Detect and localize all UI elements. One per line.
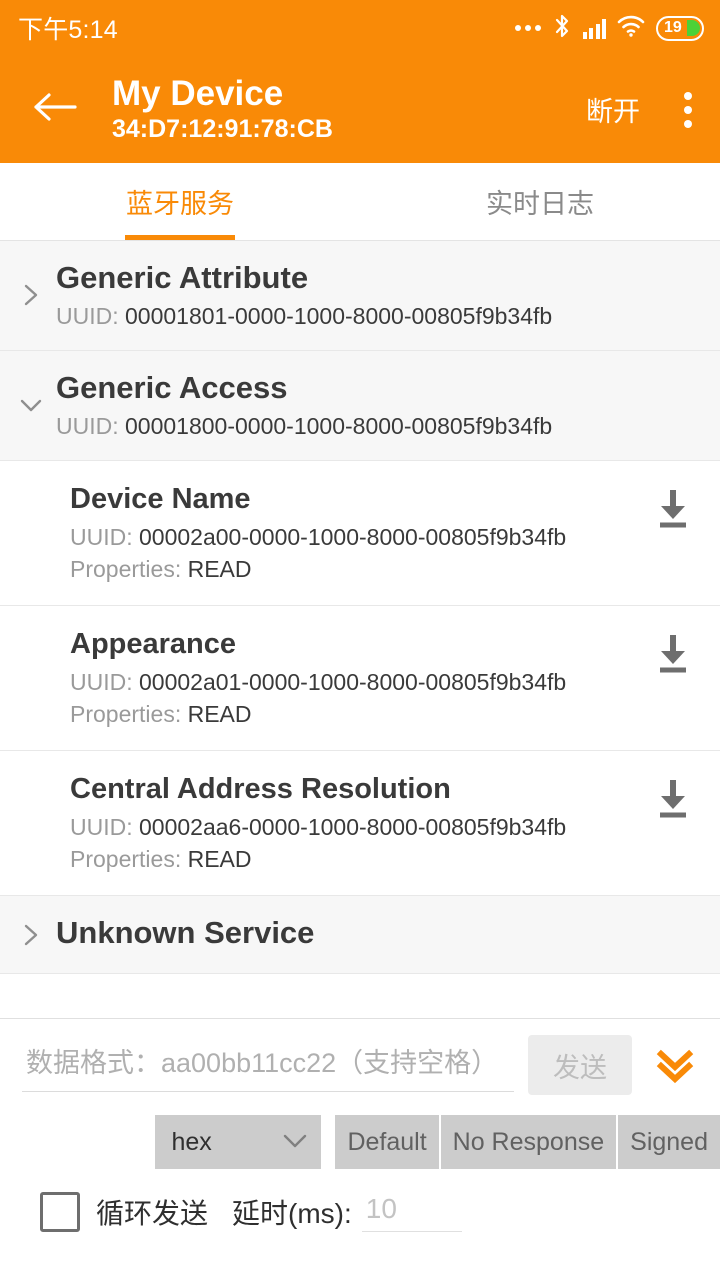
characteristic-properties-value: READ [187, 701, 252, 727]
characteristic-name: Appearance [70, 627, 237, 660]
service-name: Generic Attribute [56, 260, 309, 295]
service-uuid-label: UUID: [56, 412, 119, 439]
characteristic-properties: Properties: READ [70, 556, 700, 583]
characteristic-properties: Properties: READ [70, 701, 700, 728]
service-name: Generic Access [56, 369, 288, 405]
service-uuid-value: 00001800-0000-1000-8000-00805f9b34fb [125, 412, 553, 439]
tab-bluetooth-services[interactable]: 蓝牙服务 [0, 163, 360, 240]
characteristic-uuid: UUID: 00002a00-0000-1000-8000-00805f9b34… [70, 524, 700, 551]
write-options-row: hex Default No Response Signed [0, 1115, 720, 1169]
download-read-icon[interactable] [650, 775, 696, 821]
characteristic-uuid-label: UUID: [70, 814, 133, 841]
data-input[interactable] [22, 1038, 514, 1092]
service-uuid-label: UUID: [56, 302, 119, 329]
download-read-icon[interactable] [650, 630, 696, 676]
service-uuid: UUID: 00001801-0000-1000-8000-00805f9b34… [56, 303, 700, 330]
loop-send-label: 循环发送 [96, 1197, 209, 1229]
characteristic-uuid-value: 00002aa6-0000-1000-8000-00805f9b34fb [139, 814, 567, 841]
characteristic-properties-label: Properties: [70, 701, 182, 727]
service-name: Unknown Service [56, 915, 315, 951]
overflow-menu-icon[interactable] [662, 91, 720, 128]
characteristic-row[interactable]: Appearance UUID: 00002a01-0000-1000-8000… [0, 605, 720, 751]
back-arrow-icon [31, 90, 79, 129]
characteristic-properties-value: READ [187, 846, 252, 873]
characteristic-uuid-label: UUID: [70, 523, 133, 550]
service-uuid-value: 00001801-0000-1000-8000-00805f9b34fb [125, 302, 553, 329]
format-select[interactable]: hex [155, 1115, 322, 1169]
service-row-generic-attribute[interactable]: Generic Attribute UUID: 00001801-0000-10… [0, 241, 720, 351]
characteristic-uuid: UUID: 00002aa6-0000-1000-8000-00805f9b34… [70, 814, 700, 841]
tab-bar: 蓝牙服务 实时日志 [0, 163, 720, 241]
service-uuid: UUID: 00001800-0000-1000-8000-00805f9b34… [56, 413, 700, 440]
characteristic-name: Device Name [70, 482, 251, 515]
bluetooth-icon [552, 13, 572, 44]
characteristic-uuid-value: 00002a01-0000-1000-8000-00805f9b34fb [139, 669, 567, 695]
characteristic-uuid-value: 00002a00-0000-1000-8000-00805f9b34fb [139, 523, 567, 550]
characteristic-properties-label: Properties: [70, 846, 182, 873]
battery-level: 19 [664, 19, 682, 36]
loop-send-row: 循环发送 延时(ms): [0, 1191, 720, 1232]
write-panel: 发送 hex Default No Response Si [0, 1018, 720, 1280]
characteristic-properties: Properties: READ [70, 846, 700, 873]
characteristic-row[interactable]: Central Address Resolution UUID: 00002aa… [0, 751, 720, 897]
service-row-generic-access[interactable]: Generic Access UUID: 00001800-0000-1000-… [0, 350, 720, 461]
characteristic-row[interactable]: Device Name UUID: 00002a00-0000-1000-800… [0, 460, 720, 606]
send-row: 发送 [0, 1019, 720, 1095]
characteristic-name: Central Address Resolution [70, 773, 451, 805]
delay-input[interactable] [361, 1191, 462, 1232]
status-bar: 下午5:14 19 [0, 0, 720, 56]
title-block: My Device 34:D7:12:91:78:CB [110, 73, 564, 145]
chevron-right-icon [18, 922, 44, 948]
status-icons: 19 [514, 13, 704, 44]
page-title: My Device [112, 73, 284, 113]
device-address: 34:D7:12:91:78:CB [112, 115, 333, 144]
write-mode-segmented: Default No Response Signed [335, 1115, 720, 1169]
chevron-right-icon [18, 282, 44, 308]
write-mode-default[interactable]: Default [335, 1115, 441, 1169]
app-root: 下午5:14 19 My Device 34:D7:12:91:78:CB 断开… [0, 0, 720, 1280]
service-row-unknown-service[interactable]: Unknown Service [0, 896, 720, 974]
disconnect-button[interactable]: 断开 [564, 90, 662, 129]
back-button[interactable] [0, 90, 110, 129]
battery-icon: 19 [656, 15, 704, 41]
chevron-down-icon [18, 392, 44, 418]
loop-send-checkbox[interactable] [40, 1191, 80, 1232]
wifi-icon [617, 14, 645, 43]
characteristic-uuid-label: UUID: [70, 669, 133, 695]
characteristic-properties-value: READ [187, 555, 252, 582]
app-bar: My Device 34:D7:12:91:78:CB 断开 [0, 56, 720, 163]
characteristic-uuid: UUID: 00002a01-0000-1000-8000-00805f9b34… [70, 669, 700, 696]
more-dots-icon [514, 25, 541, 31]
delay-label: 延时(ms): [232, 1197, 352, 1229]
download-read-icon[interactable] [650, 485, 696, 531]
write-mode-signed[interactable]: Signed [618, 1115, 720, 1169]
chevron-down-icon [281, 1128, 309, 1157]
battery-fill [686, 20, 700, 36]
send-button[interactable]: 发送 [528, 1035, 632, 1095]
double-chevron-down-icon[interactable] [648, 1038, 702, 1092]
cellular-signal-icon [582, 18, 606, 39]
characteristic-properties-label: Properties: [70, 555, 182, 582]
write-mode-no-response[interactable]: No Response [440, 1115, 619, 1169]
status-time: 下午5:14 [18, 16, 118, 44]
tab-realtime-log[interactable]: 实时日志 [360, 163, 720, 240]
format-select-value: hex [171, 1127, 212, 1156]
